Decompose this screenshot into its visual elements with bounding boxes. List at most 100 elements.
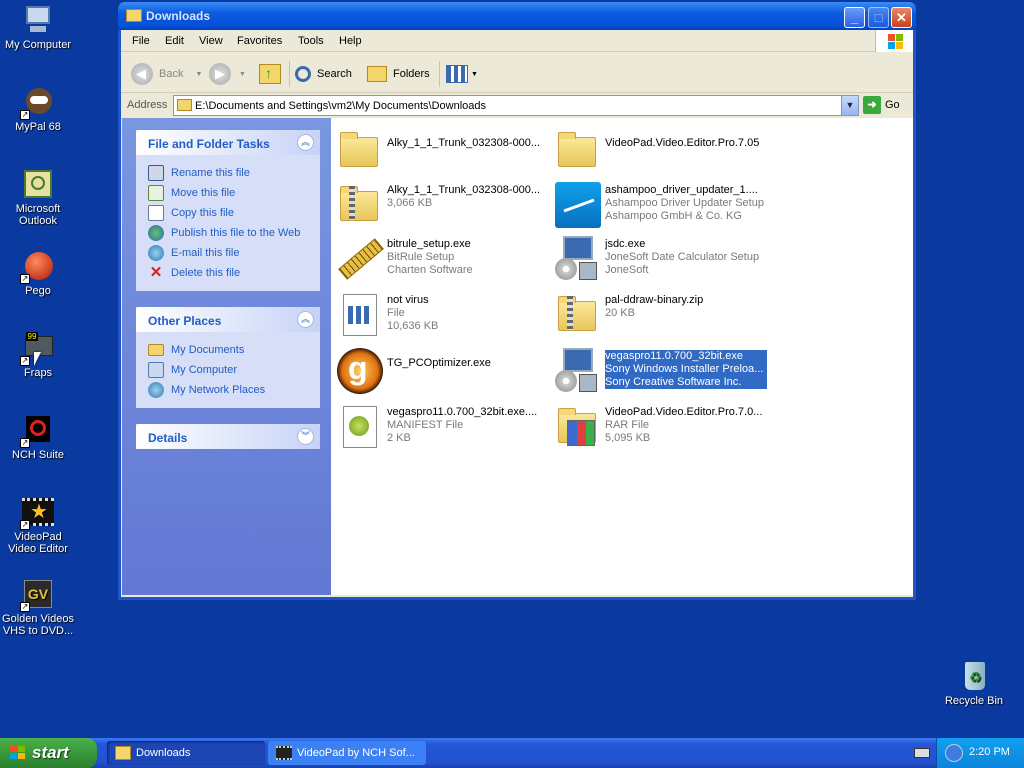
- back-button[interactable]: ◀ Back ▼: [131, 61, 202, 87]
- menu-favorites[interactable]: Favorites: [237, 35, 282, 47]
- chevron-down-icon: ▼: [471, 70, 478, 78]
- close-button[interactable]: ✕: [891, 7, 912, 28]
- views-button[interactable]: ▼: [446, 61, 478, 87]
- tray-arrow-icon[interactable]: [945, 744, 963, 762]
- taskbar: start Downloads VideoPad by NCH Sof... 2…: [0, 738, 1024, 768]
- my-network-places-link[interactable]: My Network Places: [148, 380, 320, 400]
- title-bar[interactable]: Downloads _ □ ✕: [118, 2, 916, 30]
- views-icon: [446, 65, 468, 83]
- file-item[interactable]: vegaspro11.0.700_32bit.exe.... MANIFEST F…: [335, 400, 549, 452]
- file-item[interactable]: Alky_1_1_Trunk_032308-000... 3,066 KB: [335, 178, 549, 230]
- desktop-icon-nch-suite[interactable]: ↗ NCH Suite: [0, 414, 76, 461]
- folders-button[interactable]: Folders: [367, 61, 430, 87]
- task-pane: File and Folder Tasks ︽ Rename this file…: [122, 118, 331, 595]
- folder-icon: [115, 746, 131, 760]
- folders-icon: [367, 66, 387, 82]
- file-item[interactable]: bitrule_setup.exe BitRule Setup Charten So…: [335, 232, 549, 284]
- collapse-icon[interactable]: ︽: [297, 134, 314, 151]
- golden-videos-icon: GV ↗: [20, 578, 54, 612]
- generic-file-icon: [335, 290, 383, 338]
- desktop-icon-mypal[interactable]: ↗ MyPal 68: [0, 86, 76, 133]
- desktop-icon-my-computer[interactable]: My Computer: [0, 4, 76, 51]
- publish-web-link[interactable]: Publish this file to the Web: [148, 223, 320, 243]
- forward-arrow-icon: ▶: [209, 63, 231, 85]
- menu-help[interactable]: Help: [339, 35, 362, 47]
- file-item-selected[interactable]: vegaspro11.0.700_32bit.exe Sony Windows I…: [553, 344, 767, 396]
- nch-suite-icon: ↗: [20, 414, 54, 448]
- address-input[interactable]: E:\Documents and Settings\vm2\My Documen…: [173, 95, 859, 116]
- windows-logo-icon: [875, 30, 913, 52]
- manifest-file-icon: [335, 402, 383, 450]
- file-item[interactable]: VideoPad.Video.Editor.Pro.7.05: [553, 124, 767, 176]
- address-label: Address: [127, 99, 168, 111]
- search-icon: [295, 66, 311, 82]
- details-panel: Details ︾: [136, 424, 320, 449]
- minimize-button[interactable]: _: [844, 7, 865, 28]
- search-button[interactable]: Search: [295, 61, 352, 87]
- desktop-icon-golden-videos[interactable]: GV ↗ Golden Videos VHS to DVD...: [0, 578, 76, 637]
- address-value: E:\Documents and Settings\vm2\My Documen…: [195, 100, 487, 112]
- videopad-icon: [276, 746, 292, 760]
- email-icon: [148, 245, 164, 261]
- address-bar: Address E:\Documents and Settings\vm2\My…: [121, 94, 913, 118]
- folder-icon: [126, 9, 142, 22]
- window-title: Downloads: [146, 9, 211, 23]
- go-arrow-icon: ➜: [863, 96, 881, 114]
- network-icon: [148, 382, 164, 398]
- maximize-button[interactable]: □: [868, 7, 889, 28]
- rar-file-icon: [553, 402, 601, 450]
- ruler-icon: [335, 234, 384, 282]
- chevron-down-icon: ▼: [239, 70, 246, 78]
- ashampoo-icon: [553, 180, 601, 228]
- menu-file[interactable]: File: [132, 35, 150, 47]
- taskbar-item-downloads[interactable]: Downloads: [107, 741, 265, 765]
- forward-button[interactable]: ▶ ▼: [209, 61, 246, 87]
- move-file-link[interactable]: Move this file: [148, 183, 320, 203]
- file-item[interactable]: g TG_PCOptimizer.exe: [335, 344, 549, 396]
- folder-icon: [177, 99, 192, 111]
- desktop-icon-outlook[interactable]: Microsoft Outlook: [0, 168, 76, 227]
- desktop-icon-pego[interactable]: ↗ Pego: [0, 250, 76, 297]
- up-folder-button[interactable]: ↑: [259, 61, 281, 87]
- panel-header[interactable]: Other Places ︽: [136, 307, 320, 332]
- desktop-icon-videopad[interactable]: ★ ↗ VideoPad Video Editor: [0, 496, 76, 555]
- rename-file-link[interactable]: Rename this file: [148, 163, 320, 183]
- file-item[interactable]: Alky_1_1_Trunk_032308-000...: [335, 124, 549, 176]
- file-item[interactable]: VideoPad.Video.Editor.Pro.7.0... RAR File…: [553, 400, 767, 452]
- my-computer-link[interactable]: My Computer: [148, 360, 320, 380]
- recycle-bin-icon: ♻: [958, 660, 990, 692]
- copy-file-link[interactable]: Copy this file: [148, 203, 320, 223]
- zip-folder-icon: [553, 290, 601, 338]
- menu-edit[interactable]: Edit: [165, 35, 184, 47]
- file-item[interactable]: not virus File 10,636 KB: [335, 288, 549, 340]
- delete-file-link[interactable]: ✕ Delete this file: [148, 263, 320, 283]
- menu-bar: File Edit View Favorites Tools Help: [121, 30, 913, 52]
- expand-icon[interactable]: ︾: [297, 428, 314, 445]
- installer-icon: [553, 234, 601, 282]
- clock[interactable]: 2:20 PM: [969, 746, 1010, 758]
- globe-icon: [148, 225, 164, 241]
- my-documents-link[interactable]: My Documents: [148, 340, 320, 360]
- desktop-icon-recycle-bin[interactable]: ♻ Recycle Bin: [936, 660, 1012, 707]
- panel-header[interactable]: Details ︾: [136, 424, 320, 449]
- folder-icon: [148, 344, 164, 356]
- file-item[interactable]: ashampoo_driver_updater_1.... Ashampoo Dr…: [553, 178, 767, 230]
- panel-header[interactable]: File and Folder Tasks ︽: [136, 130, 320, 155]
- address-dropdown-button[interactable]: ▼: [841, 96, 858, 115]
- outlook-icon: [22, 168, 54, 200]
- menu-view[interactable]: View: [199, 35, 223, 47]
- taskbar-item-videopad[interactable]: VideoPad by NCH Sof...: [268, 741, 426, 765]
- collapse-icon[interactable]: ︽: [297, 311, 314, 328]
- start-button[interactable]: start: [0, 738, 97, 768]
- folder-icon: [553, 126, 601, 174]
- file-item[interactable]: pal-ddraw-binary.zip 20 KB: [553, 288, 767, 340]
- file-item[interactable]: jsdc.exe JoneSoft Date Calculator Setup Jo…: [553, 232, 767, 284]
- up-folder-icon: ↑: [259, 64, 281, 84]
- menu-tools[interactable]: Tools: [298, 35, 324, 47]
- email-file-link[interactable]: E-mail this file: [148, 243, 320, 263]
- move-icon: [148, 185, 164, 201]
- rename-icon: [148, 165, 164, 181]
- keyboard-icon[interactable]: [914, 748, 930, 758]
- windows-logo-icon: [10, 746, 26, 760]
- go-button[interactable]: ➜ Go: [863, 96, 900, 114]
